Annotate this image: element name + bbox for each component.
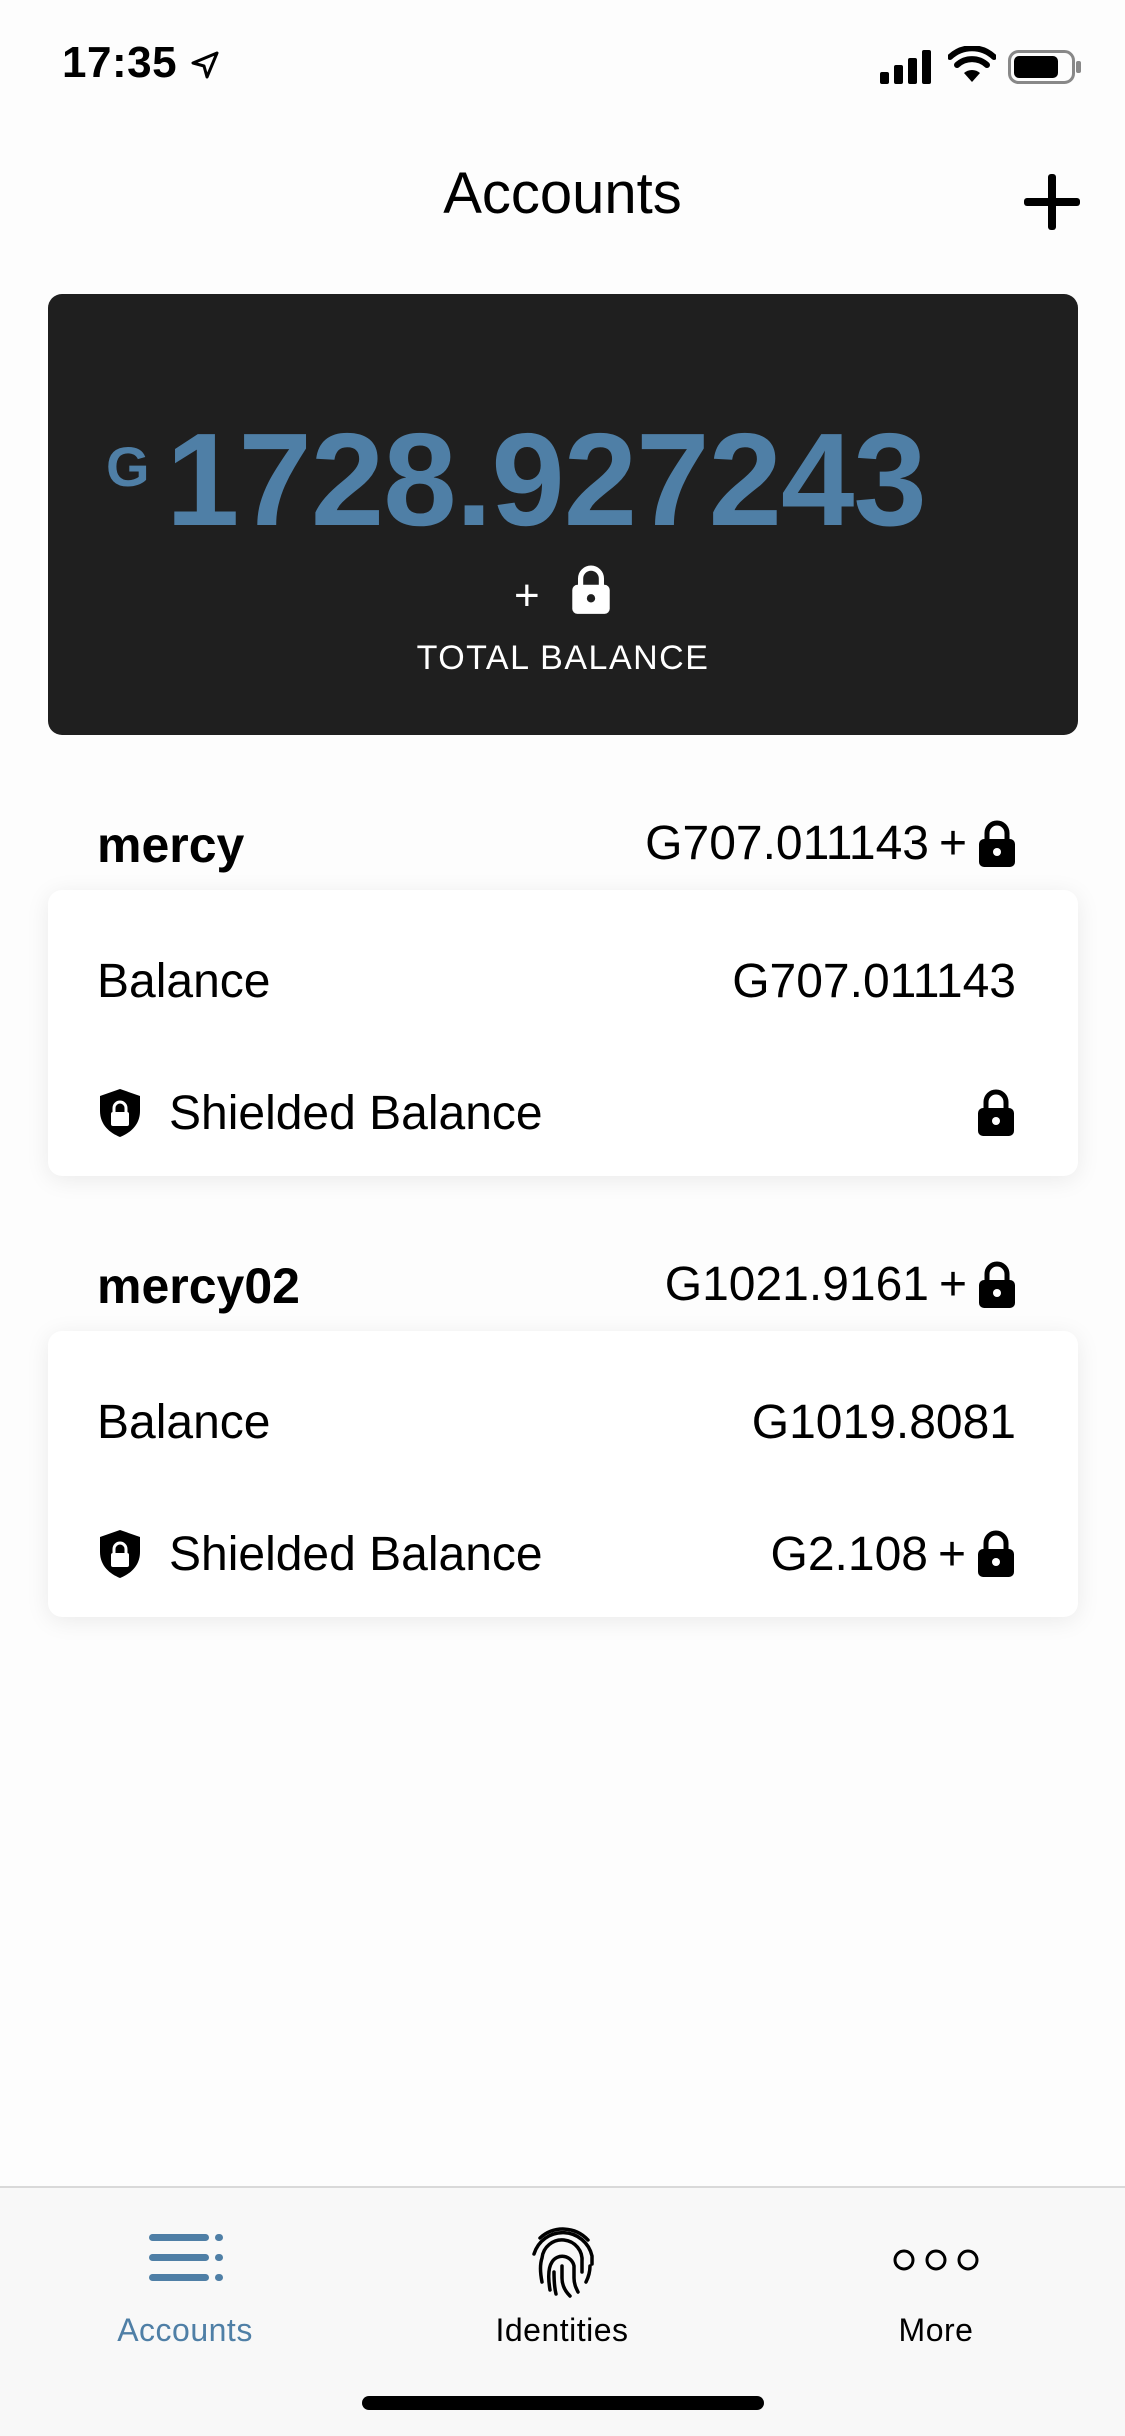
tab-accounts[interactable]: Accounts (55, 2208, 315, 2358)
tab-label: More (898, 2312, 974, 2348)
cellular-signal-icon (880, 50, 931, 84)
balance-row: Balance G707.011143 (97, 946, 1016, 1016)
total-balance-card[interactable]: G 1728.927243 + TOTAL BALANCE (48, 294, 1078, 735)
lock-icon (979, 820, 1015, 867)
location-arrow-icon (191, 51, 219, 79)
account-name: mercy (97, 817, 245, 873)
shielded-balance-label: Shielded Balance (169, 1527, 543, 1581)
page-title: Accounts (443, 161, 682, 226)
shielded-balance-label: Shielded Balance (169, 1086, 543, 1140)
account-header[interactable]: mercy G707.011143 + (97, 816, 1017, 886)
balance-row: Balance G1019.8081 (97, 1387, 1016, 1457)
status-time: 17:35 (62, 38, 178, 87)
more-dots-icon (893, 2249, 979, 2271)
balance-value: G1019.8081 (751, 1395, 1016, 1449)
lock-icon (978, 1089, 1014, 1136)
accounts-list-icon (149, 2234, 223, 2281)
shield-lock-icon (100, 1530, 140, 1578)
total-plus-lock: + (48, 564, 1078, 621)
tab-identities[interactable]: Identities (432, 2208, 692, 2358)
plus-sign: + (937, 1527, 966, 1581)
wifi-icon (948, 46, 996, 82)
account-card[interactable]: Balance G1019.8081 Shielded Balance G2.1… (48, 1331, 1078, 1617)
tab-label: Accounts (117, 2312, 253, 2348)
tab-more[interactable]: More (806, 2208, 1066, 2358)
balance-label: Balance (97, 1395, 271, 1449)
total-balance-label: TOTAL BALANCE (416, 639, 710, 677)
lock-icon (572, 565, 610, 614)
account-total-value: G1021.9161 (664, 1258, 929, 1311)
shielded-balance-row: Shielded Balance G2.108 + (97, 1519, 1016, 1589)
plus-sign: + (514, 571, 540, 620)
account-name: mercy02 (97, 1258, 300, 1314)
accounts-screen: 17:35 Accounts G 1728.927243 + TOTAL BAL… (0, 0, 1125, 2436)
currency-symbol: G (106, 435, 150, 498)
plus-sign: + (938, 1258, 967, 1311)
shielded-balance-value: G2.108 (770, 1527, 928, 1581)
lock-icon (978, 1530, 1014, 1577)
home-indicator[interactable] (362, 2396, 764, 2410)
add-account-button[interactable] (1018, 168, 1086, 236)
account-total: G707.011143 + (645, 816, 1017, 871)
account-total: G1021.9161 + (665, 1257, 1017, 1312)
total-balance-amount: 1728.927243 (166, 406, 927, 553)
account-card[interactable]: Balance G707.011143 Shielded Balance (48, 890, 1078, 1176)
balance-value: G707.011143 (732, 954, 1016, 1008)
battery-icon (1008, 50, 1081, 84)
account-header[interactable]: mercy02 G1021.9161 + (97, 1257, 1017, 1327)
shield-lock-icon (100, 1089, 140, 1137)
shielded-balance-row: Shielded Balance (97, 1078, 1016, 1148)
balance-label: Balance (97, 954, 271, 1008)
account-total-value: G707.011143 (645, 817, 929, 870)
lock-icon (979, 1261, 1015, 1308)
fingerprint-icon (532, 2227, 594, 2298)
plus-sign: + (938, 817, 967, 870)
tab-label: Identities (495, 2312, 629, 2348)
status-bar: 17:35 (0, 0, 1125, 132)
